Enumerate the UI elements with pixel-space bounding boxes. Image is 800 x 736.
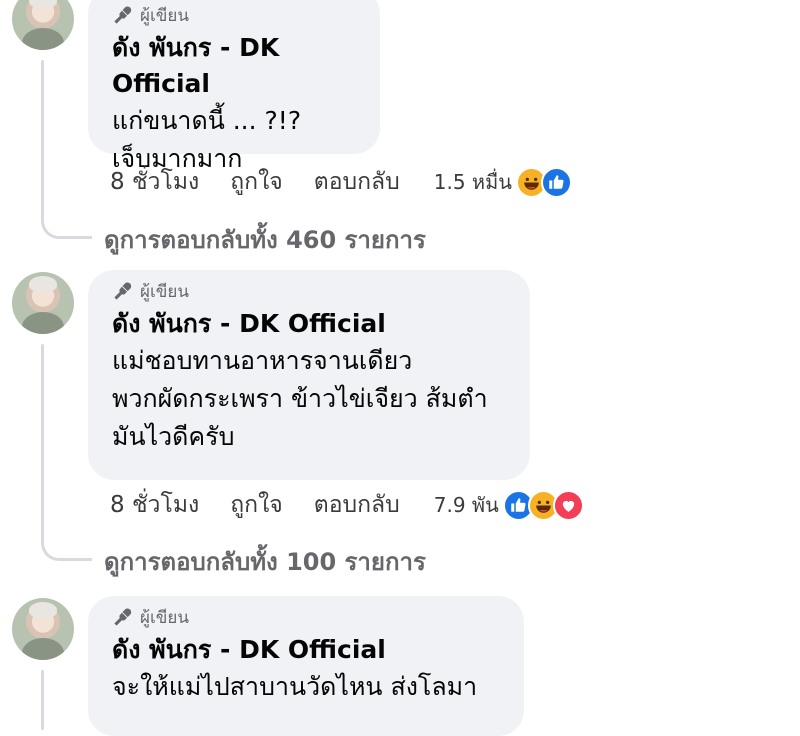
author-avatar[interactable] <box>12 598 74 660</box>
like-button[interactable]: ถูกใจ <box>230 164 283 200</box>
comment-bubble: ผู้เขียน ดัง พันกร - DK Official จะให้แม… <box>88 596 524 736</box>
thread-line <box>41 344 44 544</box>
microphone-icon <box>114 282 132 300</box>
comment-actions: 8 ชั่วโมง ถูกใจ ตอบกลับ 7.9 พัน <box>110 485 584 525</box>
comment-bubble: ผู้เขียน ดัง พันกร - DK Official แก่ขนาด… <box>88 0 380 173</box>
comment-author[interactable]: ดัง พันกร - DK Official <box>112 306 508 342</box>
reply-button[interactable]: ตอบกลับ <box>314 164 400 200</box>
reply-button[interactable]: ตอบกลับ <box>314 487 400 523</box>
thread-line <box>41 60 44 220</box>
comment-author[interactable]: ดัง พันกร - DK Official <box>112 30 358 102</box>
author-badge: ผู้เขียน <box>112 2 358 28</box>
author-avatar[interactable] <box>12 272 74 334</box>
author-avatar[interactable] <box>12 0 74 50</box>
reaction-icons[interactable] <box>502 489 584 521</box>
view-replies-link[interactable]: ดูการตอบกลับทั้ง 460 รายการ <box>104 220 426 259</box>
reaction-count[interactable]: 1.5 หมื่น <box>434 166 512 198</box>
comment-text-line: จะให้แม่ไปสาบานวัดไหน ส่งโลมา <box>112 672 478 701</box>
author-badge-label: ผู้เขียน <box>140 607 189 628</box>
microphone-icon <box>114 608 132 626</box>
comment-timestamp[interactable]: 8 ชั่วโมง <box>110 164 199 200</box>
author-badge-label: ผู้เขียน <box>140 281 189 302</box>
comment-text-line: พวกผัดกระเพรา ข้าวไข่เจียว ส้มตำ <box>112 384 488 413</box>
comment-text-line: แม่ชอบทานอาหารจานเดียว <box>112 346 413 375</box>
like-reaction-icon <box>540 166 572 198</box>
reaction-count[interactable]: 7.9 พัน <box>434 489 499 521</box>
like-button[interactable]: ถูกใจ <box>230 487 283 523</box>
comment-bubble: ผู้เขียน ดัง พันกร - DK Official แม่ชอบท… <box>88 270 530 480</box>
comment-actions: 8 ชั่วโมง ถูกใจ ตอบกลับ 1.5 หมื่น <box>110 162 572 202</box>
thread-connector <box>41 536 92 561</box>
comment-timestamp[interactable]: 8 ชั่วโมง <box>110 487 199 523</box>
comment-text-line: มันไวดีครับ <box>112 422 235 451</box>
author-badge-label: ผู้เขียน <box>140 5 189 26</box>
comment-text-line: แก่ขนาดนี้ ... ?!? <box>112 106 302 135</box>
thread-connector <box>41 214 92 239</box>
comment-author[interactable]: ดัง พันกร - DK Official <box>112 632 502 668</box>
love-reaction-icon <box>552 489 584 521</box>
view-replies-link[interactable]: ดูการตอบกลับทั้ง 100 รายการ <box>104 542 426 581</box>
microphone-icon <box>114 6 132 24</box>
author-badge: ผู้เขียน <box>112 278 508 304</box>
author-badge: ผู้เขียน <box>112 604 502 630</box>
reaction-icons[interactable] <box>515 166 572 198</box>
thread-line <box>41 670 44 730</box>
